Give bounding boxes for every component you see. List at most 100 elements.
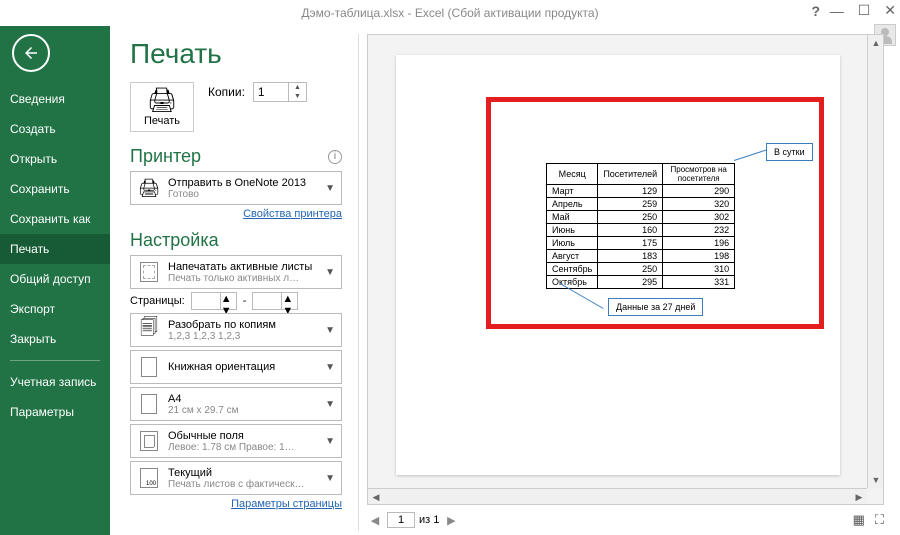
show-margins-icon[interactable]: ▦ — [853, 512, 865, 528]
window-controls: — ☐ ✕ — [830, 2, 896, 19]
preview-hscrollbar[interactable]: ◀ ▶ — [368, 488, 867, 504]
page-setup-link[interactable]: Параметры страницы — [130, 498, 342, 510]
window-title: Дэмо-таблица.xlsx - Excel (Сбой активаци… — [301, 6, 598, 20]
page-navigator: ◀ из 1 ▶ — [367, 512, 459, 528]
print-preview-panel: В сутки Месяц Посетителей Просмотров на … — [358, 34, 884, 531]
preview-footer: ◀ из 1 ▶ ▦ ⛶ — [367, 509, 884, 531]
scaling-sub: Печать листов с фактическ… — [168, 479, 316, 490]
table-row: Май250302 — [547, 211, 735, 224]
margins-icon — [137, 429, 161, 453]
sidebar-item-new[interactable]: Создать — [0, 114, 110, 144]
page-of-label: из 1 — [419, 514, 439, 526]
table-row: Сентябрь250310 — [547, 263, 735, 276]
sidebar-item-save[interactable]: Сохранить — [0, 174, 110, 204]
sidebar-separator — [10, 360, 100, 361]
zoom-to-page-icon[interactable]: ⛶ — [875, 512, 884, 528]
scaling-dropdown[interactable]: 100 Текущий Печать листов с фактическ… ▼ — [130, 461, 342, 495]
table-row: Апрель259320 — [547, 198, 735, 211]
printer-status-icon: 🖨 — [137, 176, 161, 200]
sidebar-item-account[interactable]: Учетная запись — [0, 367, 110, 397]
orientation-label: Книжная ориентация — [168, 361, 316, 373]
table-row: Март129290 — [547, 185, 735, 198]
printer-icon: 🖨 — [131, 89, 193, 113]
print-button[interactable]: 🖨 Печать — [130, 82, 194, 132]
col-views: Просмотров на посетителя — [663, 164, 735, 185]
back-button[interactable] — [12, 34, 50, 72]
preview-viewport: В сутки Месяц Посетителей Просмотров на … — [367, 34, 884, 505]
title-bar: Дэмо-таблица.xlsx - Excel (Сбой активаци… — [0, 0, 900, 26]
pages-from-input[interactable] — [192, 293, 220, 309]
paper-label: A4 — [168, 393, 316, 405]
sidebar-item-export[interactable]: Экспорт — [0, 294, 110, 324]
chevron-down-icon: ▼ — [323, 183, 337, 194]
copies-down[interactable]: ▼ — [289, 92, 306, 101]
table-row: Октябрь295331 — [547, 276, 735, 289]
scroll-down-btn[interactable]: ▼ — [868, 472, 884, 488]
preview-table: Месяц Посетителей Просмотров на посетите… — [546, 163, 735, 289]
table-row: Август183198 — [547, 250, 735, 263]
chevron-down-icon: ▼ — [323, 267, 337, 278]
paper-sub: 21 см x 29.7 см — [168, 405, 316, 416]
orientation-icon — [137, 355, 161, 379]
copies-spinner[interactable]: ▲▼ — [253, 82, 307, 102]
prev-page-btn[interactable]: ◀ — [367, 512, 383, 528]
pages-dash: - — [243, 295, 247, 307]
copies-up[interactable]: ▲ — [289, 83, 306, 92]
print-what-sub: Печать только активных л… — [168, 273, 316, 284]
sidebar-item-share[interactable]: Общий доступ — [0, 264, 110, 294]
sidebar-item-saveas[interactable]: Сохранить как — [0, 204, 110, 234]
paper-size-dropdown[interactable]: A4 21 см x 29.7 см ▼ — [130, 387, 342, 421]
restore-button[interactable]: ☐ — [858, 2, 871, 19]
settings-section-label: Настройка — [130, 230, 342, 251]
copies-input[interactable] — [254, 83, 288, 101]
table-row: Июнь160232 — [547, 224, 735, 237]
scaling-label: Текущий — [168, 467, 316, 479]
close-button[interactable]: ✕ — [884, 2, 896, 19]
sidebar-item-options[interactable]: Параметры — [0, 397, 110, 427]
printer-dropdown[interactable]: 🖨 Отправить в OneNote 2013 Готово ▼ — [130, 171, 342, 205]
margins-dropdown[interactable]: Обычные поля Левое: 1.78 см Правое: 1… ▼ — [130, 424, 342, 458]
print-button-label: Печать — [131, 115, 193, 127]
callout-27-days: Данные за 27 дней — [608, 298, 703, 316]
chevron-down-icon: ▼ — [323, 399, 337, 410]
help-icon[interactable]: ? — [811, 3, 820, 19]
minimize-button[interactable]: — — [830, 3, 844, 19]
collate-icon: 🗐 — [137, 318, 161, 342]
pages-from-spinner[interactable]: ▲▼ — [191, 292, 237, 310]
collate-sub: 1,2,3 1,2,3 1,2,3 — [168, 331, 316, 342]
sidebar-item-open[interactable]: Открыть — [0, 144, 110, 174]
paper-icon — [137, 392, 161, 416]
col-month: Месяц — [547, 164, 598, 185]
scroll-right-btn[interactable]: ▶ — [851, 489, 867, 505]
page-title: Печать — [130, 38, 342, 70]
preview-vscrollbar[interactable]: ▲ ▼ — [867, 35, 883, 488]
print-settings-panel: Печать 🖨 Печать Копии: ▲▼ Принтер i — [130, 34, 342, 531]
orientation-dropdown[interactable]: Книжная ориентация ▼ — [130, 350, 342, 384]
print-what-dropdown[interactable]: Напечатать активные листы Печать только … — [130, 255, 342, 289]
pages-to-spinner[interactable]: ▲▼ — [252, 292, 298, 310]
printer-info-icon[interactable]: i — [328, 150, 342, 164]
table-row: Июль175196 — [547, 237, 735, 250]
sidebar-item-close[interactable]: Закрыть — [0, 324, 110, 354]
callout-per-day: В сутки — [766, 143, 813, 161]
printer-name: Отправить в OneNote 2013 — [168, 177, 316, 189]
collate-label: Разобрать по копиям — [168, 319, 316, 331]
scroll-left-btn[interactable]: ◀ — [368, 489, 384, 505]
sidebar-item-print[interactable]: Печать — [0, 234, 110, 264]
collate-dropdown[interactable]: 🗐 Разобрать по копиям 1,2,3 1,2,3 1,2,3 … — [130, 313, 342, 347]
print-what-label: Напечатать активные листы — [168, 261, 316, 273]
margins-label: Обычные поля — [168, 430, 316, 442]
printer-properties-link[interactable]: Свойства принтера — [130, 208, 342, 220]
col-visitors: Посетителей — [598, 164, 663, 185]
sheets-icon — [137, 260, 161, 284]
chevron-down-icon: ▼ — [323, 473, 337, 484]
sidebar-item-info[interactable]: Сведения — [0, 84, 110, 114]
backstage-sidebar: Сведения Создать Открыть Сохранить Сохра… — [0, 26, 110, 535]
next-page-btn[interactable]: ▶ — [443, 512, 459, 528]
pages-to-input[interactable] — [253, 293, 281, 309]
scroll-up-btn[interactable]: ▲ — [868, 35, 884, 51]
margins-sub: Левое: 1.78 см Правое: 1… — [168, 442, 316, 453]
chevron-down-icon: ▼ — [323, 436, 337, 447]
page-number-input[interactable] — [387, 512, 415, 528]
copies-label: Копии: — [208, 85, 245, 99]
